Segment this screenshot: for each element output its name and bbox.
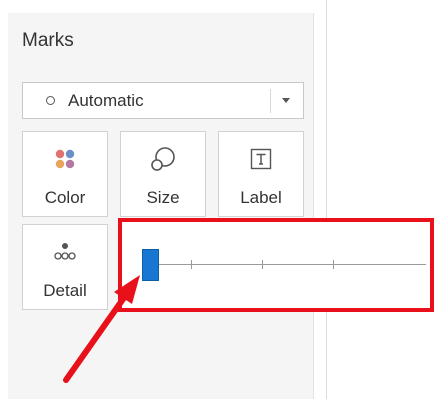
size-button-label: Size bbox=[146, 188, 180, 207]
mark-type-value: Automatic bbox=[68, 91, 144, 110]
slider-tick bbox=[191, 260, 192, 269]
circle-mark-icon bbox=[46, 96, 55, 105]
label-button[interactable]: Label bbox=[218, 131, 304, 217]
mark-type-dropdown[interactable]: Automatic bbox=[22, 82, 304, 119]
text-t-icon bbox=[219, 146, 303, 172]
highlight-annotation-box bbox=[118, 218, 434, 312]
panel-border bbox=[313, 13, 314, 399]
slider-tick bbox=[333, 260, 334, 269]
dropdown-separator bbox=[270, 89, 271, 113]
detail-dots-icon bbox=[23, 239, 107, 265]
size-slider[interactable] bbox=[142, 242, 426, 282]
detail-button-label: Detail bbox=[43, 281, 87, 300]
size-shapes-icon bbox=[121, 146, 205, 172]
chevron-down-icon[interactable] bbox=[282, 98, 290, 103]
slider-handle[interactable] bbox=[142, 249, 159, 281]
color-button[interactable]: Color bbox=[22, 131, 108, 217]
detail-button[interactable]: Detail bbox=[22, 224, 108, 310]
label-button-label: Label bbox=[240, 188, 282, 207]
color-button-label: Color bbox=[44, 188, 86, 207]
marks-card-title: Marks bbox=[22, 30, 74, 51]
color-dots-icon bbox=[23, 146, 107, 172]
size-button[interactable]: Size bbox=[120, 131, 206, 217]
slider-track[interactable] bbox=[142, 264, 426, 265]
tableau-worksheet-screenshot: Marks Automatic Color Size Label Detail bbox=[0, 0, 434, 399]
pane-divider[interactable] bbox=[326, 0, 327, 399]
slider-tick bbox=[262, 260, 263, 269]
